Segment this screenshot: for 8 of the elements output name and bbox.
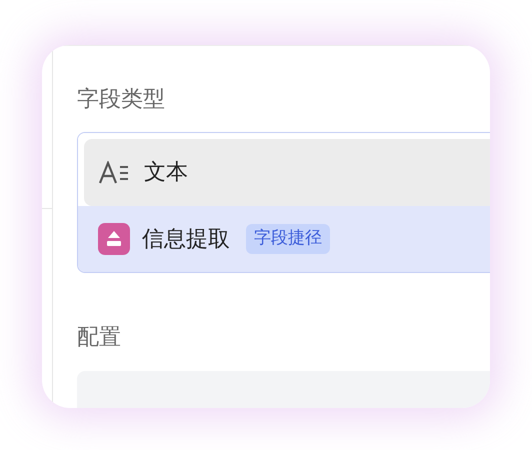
option-label: 文本: [144, 159, 188, 187]
upload-icon: [98, 223, 130, 255]
dropdown-option[interactable]: 文本: [84, 139, 490, 206]
option-label: 信息提取: [142, 226, 230, 254]
shortcut-tag: 字段捷径: [246, 224, 330, 254]
section-label: 配置: [77, 324, 122, 352]
field-type-dropdown[interactable]: 文本 信息提取 字段捷径: [77, 132, 490, 273]
section-label: 字段类型: [77, 86, 166, 114]
